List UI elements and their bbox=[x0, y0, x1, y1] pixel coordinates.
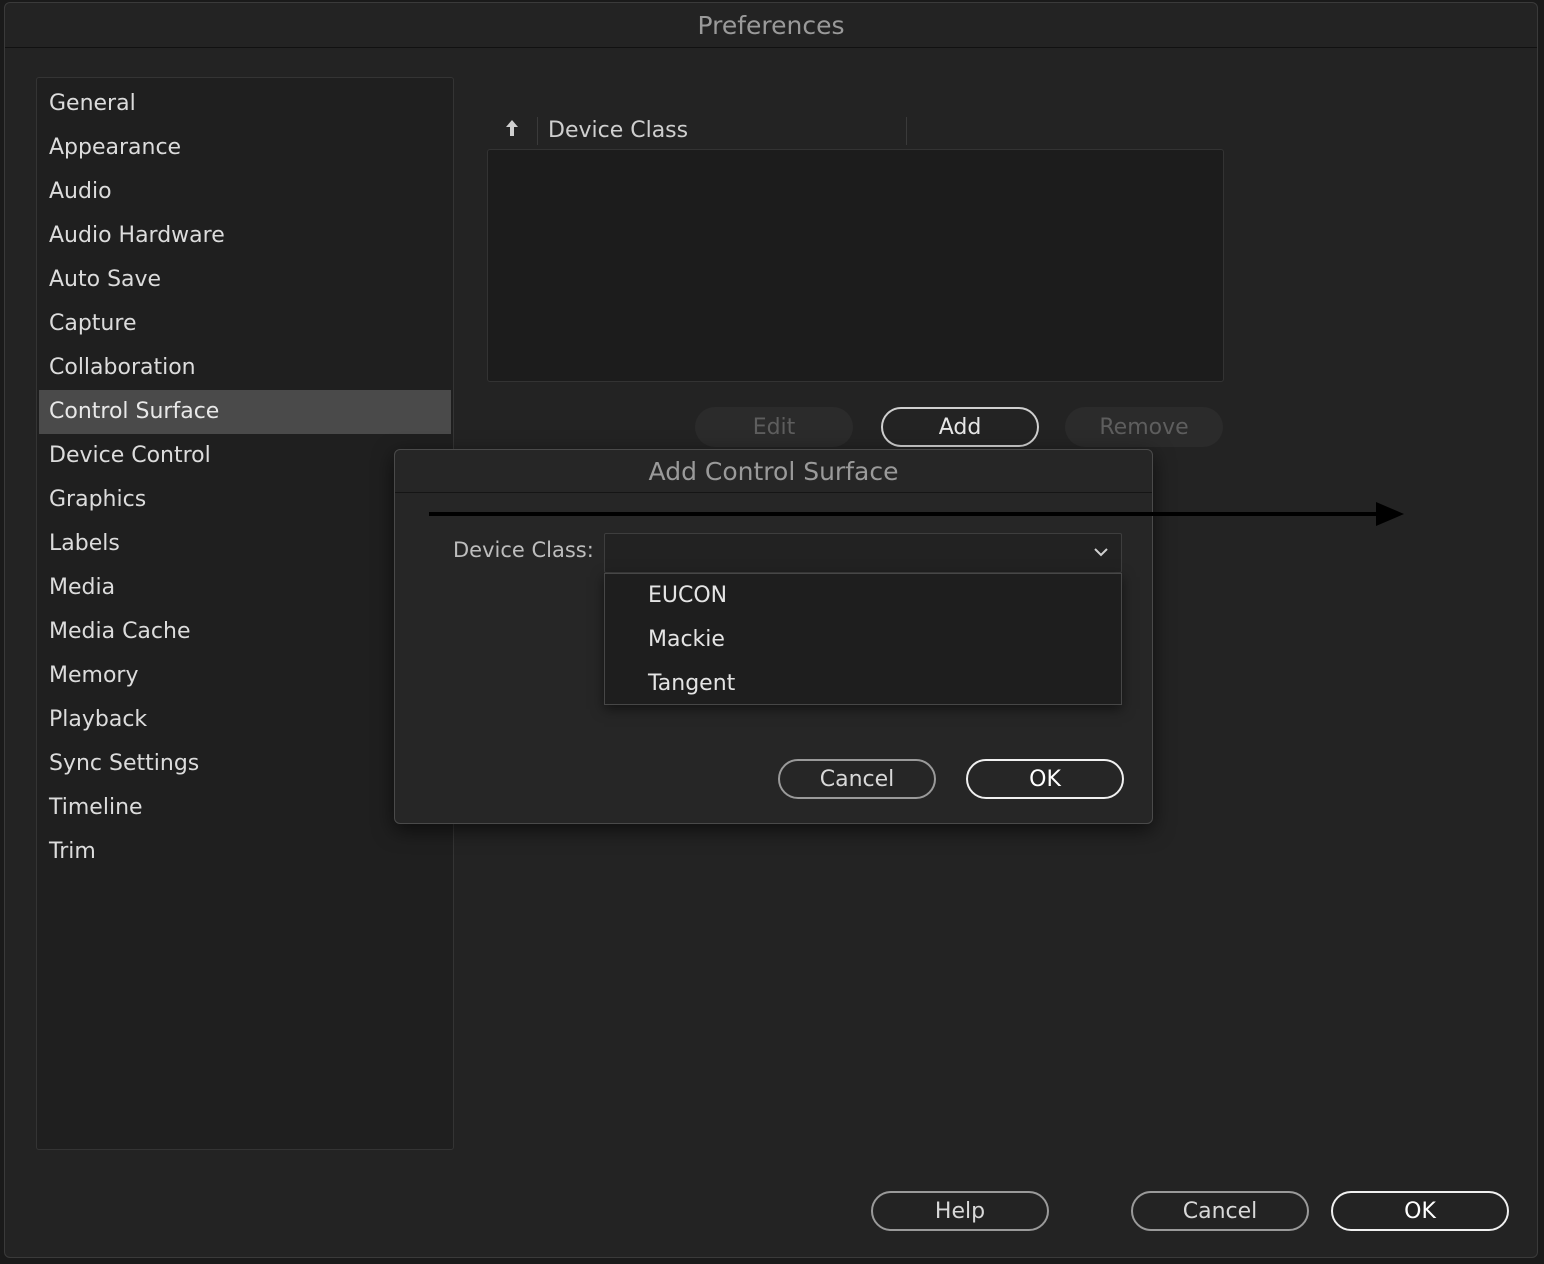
cancel-button[interactable]: Cancel bbox=[1131, 1191, 1309, 1231]
arrow-up-icon-glyph bbox=[506, 120, 518, 136]
sidebar-item-auto-save[interactable]: Auto Save bbox=[39, 258, 451, 302]
column-header-device-class[interactable]: Device Class bbox=[538, 117, 907, 145]
edit-button[interactable]: Edit bbox=[695, 407, 853, 447]
add-button[interactable]: Add bbox=[881, 407, 1039, 447]
device-class-dropdown: EUCON Mackie Tangent bbox=[604, 573, 1122, 705]
sidebar-item-general[interactable]: General bbox=[39, 82, 451, 126]
dialog-cancel-button[interactable]: Cancel bbox=[778, 759, 936, 799]
device-table-header: Device Class bbox=[487, 111, 907, 151]
sidebar-item-device-control[interactable]: Device Control bbox=[39, 434, 451, 478]
window-title: Preferences bbox=[5, 3, 1537, 48]
add-control-surface-dialog: Add Control Surface Device Class: EUCON … bbox=[394, 449, 1153, 824]
sidebar-item-sync-settings[interactable]: Sync Settings bbox=[39, 742, 451, 786]
sidebar-item-memory[interactable]: Memory bbox=[39, 654, 451, 698]
ok-button[interactable]: OK bbox=[1331, 1191, 1509, 1231]
device-class-label: Device Class: bbox=[453, 538, 594, 562]
sidebar-item-trim[interactable]: Trim bbox=[39, 830, 451, 874]
sidebar-item-timeline[interactable]: Timeline bbox=[39, 786, 451, 830]
sidebar-item-media-cache[interactable]: Media Cache bbox=[39, 610, 451, 654]
device-list[interactable] bbox=[487, 149, 1224, 382]
sidebar-item-playback[interactable]: Playback bbox=[39, 698, 451, 742]
chevron-down-icon bbox=[1094, 548, 1108, 557]
annotation-arrow-head bbox=[1376, 502, 1404, 526]
sidebar-item-control-surface[interactable]: Control Surface bbox=[39, 390, 451, 434]
sidebar-item-media[interactable]: Media bbox=[39, 566, 451, 610]
sidebar-item-capture[interactable]: Capture bbox=[39, 302, 451, 346]
sidebar-item-labels[interactable]: Labels bbox=[39, 522, 451, 566]
dropdown-option-eucon[interactable]: EUCON bbox=[605, 574, 1121, 618]
dropdown-option-tangent[interactable]: Tangent bbox=[605, 662, 1121, 706]
preferences-sidebar: General Appearance Audio Audio Hardware … bbox=[36, 77, 454, 1150]
sidebar-item-audio-hardware[interactable]: Audio Hardware bbox=[39, 214, 451, 258]
remove-button[interactable]: Remove bbox=[1065, 407, 1223, 447]
dialog-ok-button[interactable]: OK bbox=[966, 759, 1124, 799]
annotation-arrow-line bbox=[429, 512, 1379, 516]
device-class-select[interactable] bbox=[604, 533, 1122, 573]
sidebar-item-collaboration[interactable]: Collaboration bbox=[39, 346, 451, 390]
arrow-up-icon[interactable] bbox=[487, 117, 538, 145]
dropdown-option-mackie[interactable]: Mackie bbox=[605, 618, 1121, 662]
help-button[interactable]: Help bbox=[871, 1191, 1049, 1231]
sidebar-item-appearance[interactable]: Appearance bbox=[39, 126, 451, 170]
sidebar-item-audio[interactable]: Audio bbox=[39, 170, 451, 214]
dialog-title: Add Control Surface bbox=[395, 450, 1152, 493]
sidebar-item-graphics[interactable]: Graphics bbox=[39, 478, 451, 522]
